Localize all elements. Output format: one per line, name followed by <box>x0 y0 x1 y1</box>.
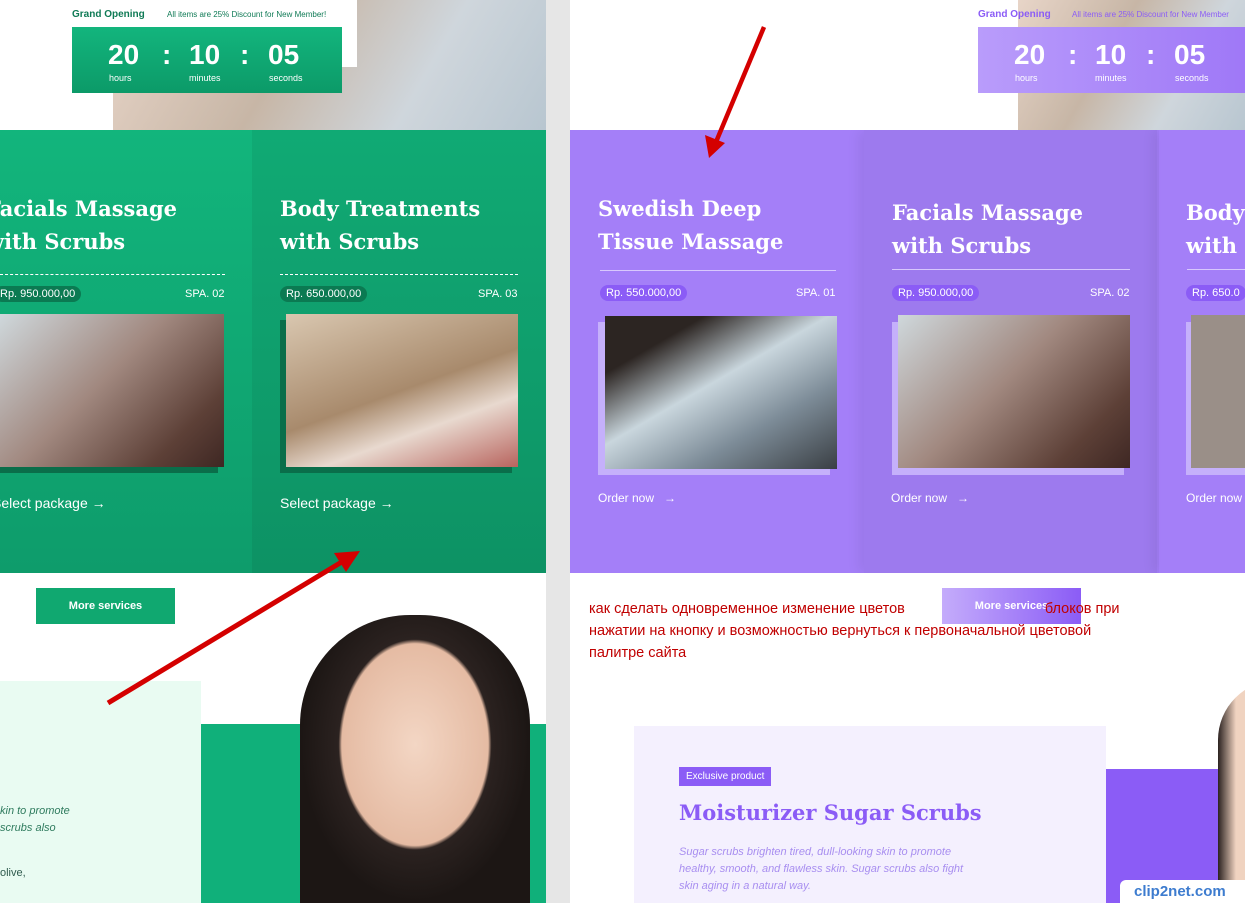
annotation-arrows <box>106 26 767 706</box>
red-arrow-icon <box>106 551 360 706</box>
red-arrow-icon <box>705 26 767 158</box>
